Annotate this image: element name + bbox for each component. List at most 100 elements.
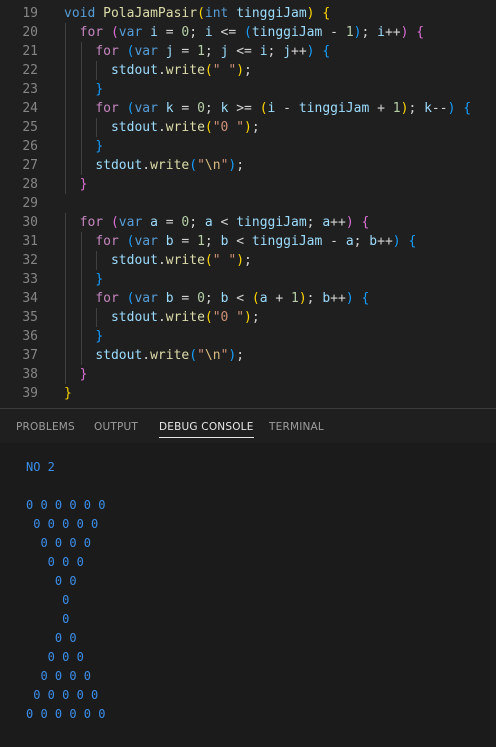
indent-guide: [80, 80, 82, 99]
code-token: .: [142, 158, 151, 173]
code-token: tinggiJam: [298, 101, 370, 116]
code-token: }: [95, 139, 104, 154]
indent-guide: [65, 365, 66, 384]
code-editor[interactable]: 19 void PolaJamPasir(int tinggiJam) {20 f…: [0, 0, 496, 408]
code-token: {: [416, 25, 425, 40]
code-line[interactable]: 19 void PolaJamPasir(int tinggiJam) {: [0, 4, 496, 23]
code-token: -: [322, 234, 346, 249]
code-token: ): [236, 253, 245, 268]
code-token: <=: [228, 44, 260, 59]
code-line[interactable]: 36 }: [0, 327, 496, 346]
tab-output[interactable]: OUTPUT: [94, 409, 138, 443]
code-token: for: [95, 291, 127, 306]
code-line[interactable]: 38 }: [0, 365, 496, 384]
code-token: (: [110, 25, 119, 40]
code-text: }: [64, 137, 103, 156]
code-token: {: [463, 101, 472, 116]
code-line[interactable]: 23 }: [0, 80, 496, 99]
code-token: for: [95, 234, 127, 249]
indent-guide: [80, 99, 82, 118]
code-line[interactable]: 39}: [0, 384, 496, 403]
tab-terminal[interactable]: TERMINAL: [269, 409, 324, 443]
line-number: 31: [22, 234, 38, 249]
code-token: \n: [204, 348, 221, 363]
indent-guide: [80, 346, 82, 365]
debug-console-output[interactable]: NO 20 0 0 0 0 0 0 0 0 0 0 0 0 0 0 0 0 0 …: [0, 443, 496, 747]
indent-guide: [80, 327, 82, 346]
code-text: void PolaJamPasir(int tinggiJam) {: [64, 4, 330, 23]
code-line[interactable]: 20 for (var i = 0; i <= (tinggiJam - 1);…: [0, 23, 496, 42]
panel-tabs: PROBLEMS OUTPUT DEBUG CONSOLE TERMINAL: [0, 409, 496, 443]
code-line[interactable]: 22 stdout.write(" ");: [0, 61, 496, 80]
indent-guide: [80, 118, 82, 137]
code-token: "0 ": [212, 310, 245, 325]
line-number: 36: [22, 329, 38, 344]
console-line: 0 0 0 0 0 0: [26, 498, 106, 512]
code-line[interactable]: 37 stdout.write("\n");: [0, 346, 496, 365]
code-token: a: [345, 234, 354, 249]
code-line[interactable]: 33 }: [0, 270, 496, 289]
code-line[interactable]: 21 for (var j = 1; j <= i; j++) {: [0, 42, 496, 61]
code-token: ;: [244, 63, 252, 78]
code-line[interactable]: 31 for (var b = 1; b < tinggiJam - a; b+…: [0, 232, 496, 251]
code-token: }: [95, 272, 104, 287]
indent-guide: [65, 213, 66, 232]
code-token: {: [322, 6, 331, 21]
indent-guide: [65, 308, 66, 327]
line-number: 32: [22, 253, 38, 268]
indent-guide: [96, 118, 98, 137]
line-number: 35: [22, 310, 38, 325]
line-number: 25: [22, 120, 38, 135]
code-token: tinggiJam: [236, 215, 307, 230]
code-token: ;: [236, 158, 245, 173]
tab-problems[interactable]: PROBLEMS: [16, 409, 75, 443]
code-line[interactable]: 28 }: [0, 175, 496, 194]
indent-guide: [65, 61, 66, 80]
console-line: 0 0 0: [26, 555, 84, 569]
code-line[interactable]: 24 for (var k = 0; k >= (i - tinggiJam +…: [0, 99, 496, 118]
code-line[interactable]: 25 stdout.write("0 ");: [0, 118, 496, 137]
indent-guide: [65, 156, 66, 175]
code-token: var: [134, 234, 166, 249]
code-text: stdout.write(" ");: [64, 251, 252, 270]
code-token: write: [150, 348, 190, 363]
code-token: }: [79, 177, 88, 192]
line-number: 39: [22, 386, 38, 401]
indent-guide: [65, 175, 66, 194]
code-token: ;: [306, 215, 323, 230]
indent-guide: [65, 80, 66, 99]
code-token: ): [345, 291, 354, 306]
code-token: var: [134, 291, 166, 306]
code-line[interactable]: 32 stdout.write(" ");: [0, 251, 496, 270]
code-token: {: [408, 234, 417, 249]
code-token: i: [259, 44, 268, 59]
line-number: 19: [22, 6, 38, 21]
code-token: 1: [197, 234, 205, 249]
code-line[interactable]: 29: [0, 194, 496, 213]
code-text: for (var k = 0; k >= (i - tinggiJam + 1)…: [64, 99, 471, 118]
code-token: j: [165, 44, 174, 59]
code-text: for (var i = 0; i <= (tinggiJam - 1); i+…: [64, 23, 424, 42]
console-line: 0 0: [26, 631, 77, 645]
code-line[interactable]: 26 }: [0, 137, 496, 156]
line-number: 26: [22, 139, 38, 154]
code-line[interactable]: 35 stdout.write("0 ");: [0, 308, 496, 327]
line-number: 38: [22, 367, 38, 382]
code-token: }: [95, 329, 104, 344]
tab-debug-console[interactable]: DEBUG CONSOLE: [159, 409, 254, 443]
code-token: write: [150, 158, 190, 173]
code-line[interactable]: 30 for (var a = 0; a < tinggiJam; a++) {: [0, 213, 496, 232]
code-token: =: [157, 215, 182, 230]
code-text: }: [64, 175, 88, 194]
code-text: stdout.write("0 ");: [64, 118, 260, 137]
code-token: ;: [189, 25, 205, 40]
code-token: +: [369, 101, 393, 116]
console-line: 0: [26, 593, 70, 607]
code-token: ++: [377, 234, 393, 249]
code-line[interactable]: 27 stdout.write("\n");: [0, 156, 496, 175]
code-token: ): [244, 310, 252, 325]
code-line[interactable]: 34 for (var b = 0; b < (a + 1); b++) {: [0, 289, 496, 308]
code-token: void: [64, 6, 104, 21]
code-token: --: [431, 101, 448, 116]
